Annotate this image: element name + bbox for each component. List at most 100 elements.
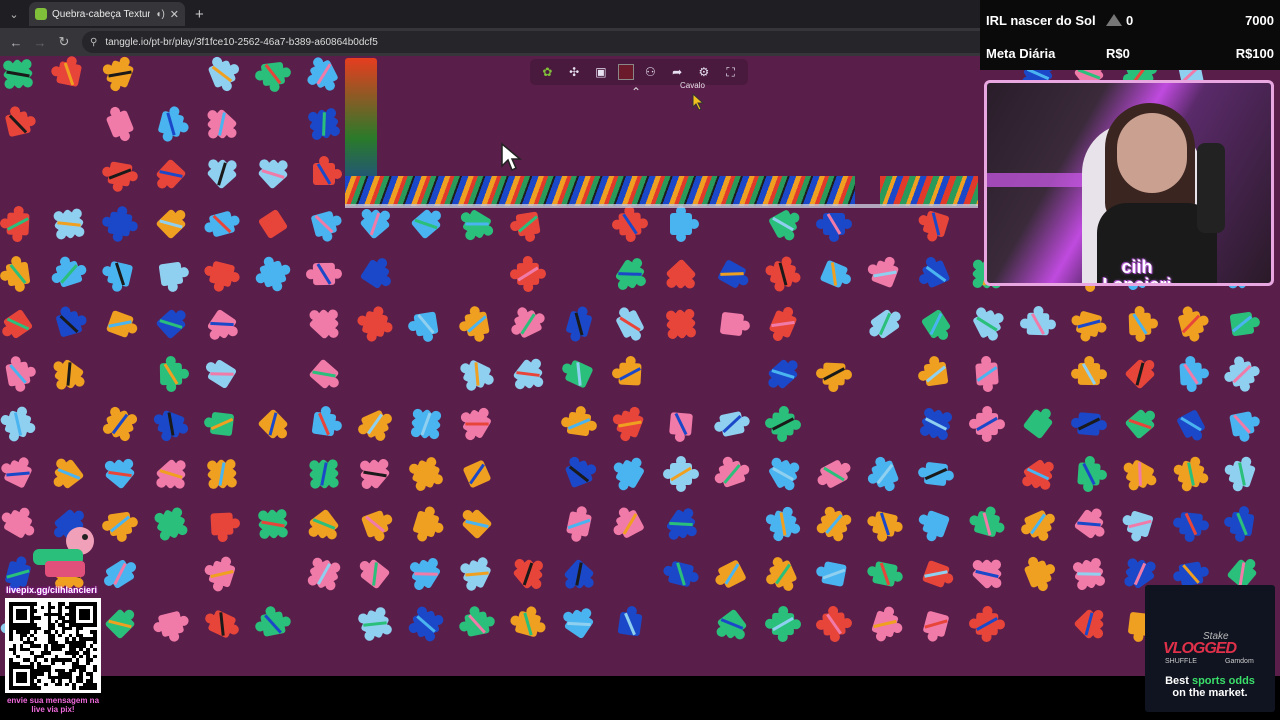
puzzle-piece[interactable] <box>103 103 137 145</box>
puzzle-piece[interactable] <box>1171 511 1210 544</box>
puzzle-piece[interactable] <box>197 104 243 150</box>
puzzle-piece[interactable] <box>210 512 240 542</box>
fullscreen-icon[interactable]: ⛶ <box>721 62 741 82</box>
puzzle-piece[interactable] <box>1221 503 1255 543</box>
puzzle-piece[interactable] <box>1023 403 1058 439</box>
puzzle-piece[interactable] <box>159 356 190 393</box>
puzzle-piece[interactable] <box>0 56 43 99</box>
puzzle-piece[interactable] <box>1020 305 1057 336</box>
puzzle-piece[interactable] <box>1168 451 1214 497</box>
puzzle-piece[interactable] <box>453 356 498 398</box>
puzzle-piece[interactable] <box>509 211 542 244</box>
puzzle-piece[interactable] <box>407 311 440 344</box>
puzzle-piece[interactable] <box>99 203 141 245</box>
puzzle-piece[interactable] <box>862 453 902 497</box>
puzzle-piece[interactable] <box>402 450 450 498</box>
puzzle-piece[interactable] <box>303 299 349 345</box>
puzzle-piece[interactable] <box>975 355 999 392</box>
puzzle-piece[interactable] <box>311 405 345 438</box>
puzzle-piece[interactable] <box>158 261 192 294</box>
puzzle-piece[interactable] <box>1017 507 1062 548</box>
puzzle-piece[interactable] <box>250 251 296 297</box>
puzzle-piece[interactable] <box>202 149 243 190</box>
puzzle-piece[interactable] <box>760 501 807 548</box>
assembled-bottom-row[interactable] <box>345 176 855 206</box>
puzzle-piece[interactable] <box>560 404 600 438</box>
puzzle-piece[interactable] <box>44 199 94 249</box>
puzzle-piece[interactable] <box>456 603 497 638</box>
puzzle-piece[interactable] <box>360 253 400 293</box>
puzzle-piece[interactable] <box>564 504 593 544</box>
puzzle-piece[interactable] <box>401 399 452 450</box>
assembled-bottom-row-segment[interactable] <box>880 176 978 206</box>
puzzle-piece[interactable] <box>410 504 448 547</box>
puzzle-piece[interactable] <box>559 558 600 599</box>
back-icon[interactable]: ← <box>4 35 28 50</box>
puzzle-piece[interactable] <box>967 502 1010 540</box>
puzzle-piece[interactable] <box>660 258 701 299</box>
puzzle-piece[interactable] <box>452 399 495 445</box>
image-icon[interactable]: ▣ <box>591 62 611 82</box>
puzzle-piece[interactable] <box>611 205 649 243</box>
puzzle-piece[interactable] <box>921 611 950 645</box>
puzzle-piece[interactable] <box>300 56 342 98</box>
puzzle-piece[interactable] <box>611 253 655 299</box>
puzzle-piece[interactable] <box>813 456 855 492</box>
puzzle-piece[interactable] <box>253 149 294 190</box>
puzzle-piece[interactable] <box>766 303 800 345</box>
puzzle-piece[interactable] <box>306 262 342 286</box>
puzzle-piece[interactable] <box>1179 355 1210 392</box>
puzzle-piece[interactable] <box>717 259 753 292</box>
forward-icon[interactable]: → <box>28 35 52 50</box>
tanggle-logo-icon[interactable]: ✿ <box>537 62 557 82</box>
puzzle-piece[interactable] <box>361 508 398 545</box>
puzzle-piece[interactable] <box>1125 404 1161 439</box>
puzzle-piece[interactable] <box>762 354 803 394</box>
puzzle-piece[interactable] <box>1171 560 1210 588</box>
puzzle-piece[interactable] <box>607 401 647 445</box>
puzzle-piece[interactable] <box>820 260 855 292</box>
puzzle-piece[interactable] <box>558 599 598 639</box>
puzzle-piece[interactable] <box>456 504 492 540</box>
puzzle-piece[interactable] <box>106 310 141 341</box>
puzzle-piece[interactable] <box>199 551 238 594</box>
puzzle-piece[interactable] <box>1071 356 1108 386</box>
new-tab-icon[interactable]: + <box>195 6 204 23</box>
puzzle-piece[interactable] <box>203 309 243 349</box>
puzzle-piece[interactable] <box>605 449 648 495</box>
puzzle-piece[interactable] <box>452 205 498 248</box>
puzzle-piece[interactable] <box>869 603 908 646</box>
puzzle-piece[interactable] <box>921 309 955 345</box>
puzzle-piece[interactable] <box>148 407 192 447</box>
puzzle-piece[interactable] <box>562 451 599 488</box>
puzzle-piece[interactable] <box>764 405 802 443</box>
close-tab-icon[interactable]: ✕ <box>170 8 179 21</box>
puzzle-piece[interactable] <box>606 503 645 542</box>
puzzle-piece[interactable] <box>299 99 349 149</box>
puzzle-piece[interactable] <box>816 213 852 242</box>
puzzle-piece[interactable] <box>1220 352 1263 395</box>
audio-icon[interactable]: ◖) <box>155 9 164 20</box>
puzzle-piece[interactable] <box>411 204 447 239</box>
puzzle-piece[interactable] <box>303 509 344 550</box>
puzzle-piece[interactable] <box>351 600 399 648</box>
puzzle-piece[interactable] <box>1077 455 1108 493</box>
puzzle-piece[interactable] <box>44 355 90 400</box>
puzzle-piece[interactable] <box>311 209 347 245</box>
puzzle-piece[interactable] <box>911 399 961 449</box>
puzzle-piece[interactable] <box>3 102 38 137</box>
puzzle-piece[interactable] <box>99 160 139 195</box>
puzzle-piece[interactable] <box>1070 411 1108 436</box>
puzzle-piece[interactable] <box>720 312 751 337</box>
puzzle-piece[interactable] <box>761 252 806 297</box>
puzzle-piece[interactable] <box>865 559 905 588</box>
puzzle-piece[interactable] <box>863 509 905 545</box>
puzzle-piece[interactable] <box>662 503 706 549</box>
reload-icon[interactable]: ↻ <box>52 34 76 50</box>
puzzle-piece[interactable] <box>252 603 293 638</box>
puzzle-piece[interactable] <box>403 601 448 646</box>
puzzle-piece[interactable] <box>668 412 693 443</box>
puzzle-piece[interactable] <box>811 501 857 547</box>
puzzle-piece[interactable] <box>201 355 237 389</box>
puzzle-piece[interactable] <box>563 304 594 345</box>
